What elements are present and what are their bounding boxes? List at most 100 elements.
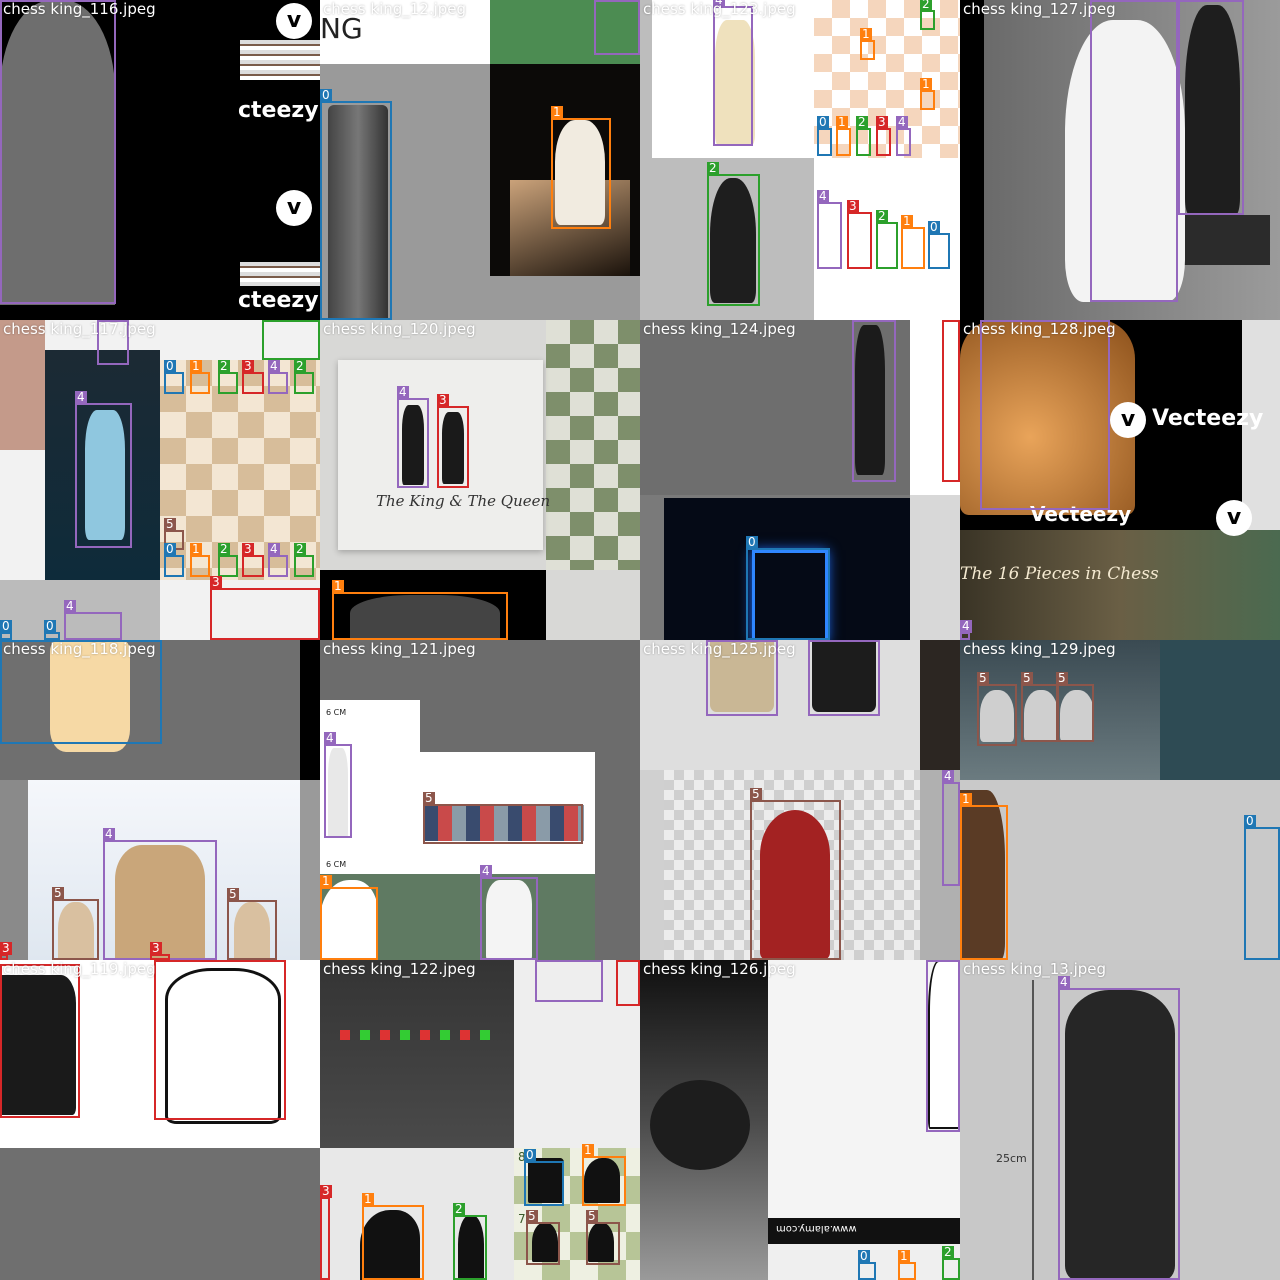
box: 0 xyxy=(524,1149,564,1206)
box-label: 5 xyxy=(586,1209,598,1223)
tile: The King & The Queen 4 3 1 chess king_12… xyxy=(320,320,640,640)
box: 1 xyxy=(332,580,508,640)
box: 4 xyxy=(0,0,116,304)
box: 3 xyxy=(847,200,872,269)
box-label: 2 xyxy=(262,320,274,321)
box: 2 xyxy=(920,0,935,30)
box-label: 4 xyxy=(817,189,829,203)
chessboard-icon xyxy=(546,320,640,570)
box: 4 xyxy=(64,600,122,640)
box: 3 xyxy=(242,543,264,577)
box: 1 xyxy=(960,793,1008,960)
tile-caption: chess king_119.jpeg xyxy=(3,960,156,978)
box-label: 4 xyxy=(75,390,87,404)
box: 4 xyxy=(1090,0,1178,302)
box: 1 xyxy=(836,116,851,156)
box: 0 xyxy=(0,620,12,640)
box: 1 xyxy=(551,106,611,229)
tile: 0 4 5 5 3 3 chess king_118.jpeg xyxy=(0,640,320,960)
box-label: 3 xyxy=(150,941,162,955)
box: 2 xyxy=(942,1246,960,1280)
box: 4 xyxy=(713,0,753,146)
box-label: 0 xyxy=(164,542,176,556)
box-label: 5 xyxy=(423,791,435,805)
box: 2 xyxy=(294,543,314,577)
box-label: 0 xyxy=(44,619,56,633)
box: 2 xyxy=(262,320,320,360)
box-label: 1 xyxy=(582,1143,594,1157)
box: 3 xyxy=(154,960,286,1120)
box: 1 xyxy=(190,360,210,394)
box: 0 xyxy=(320,89,392,320)
box-label: 5 xyxy=(1021,671,1033,685)
tile-caption: chess king_13.jpeg xyxy=(963,960,1107,978)
dimension-text: 25cm xyxy=(996,1152,1027,1165)
tile: 4 4 chess king_127.jpeg xyxy=(960,0,1280,320)
box-label: 2 xyxy=(453,1202,465,1216)
box: 4 xyxy=(324,732,352,838)
box: 4 xyxy=(980,320,1110,510)
box-label: 3 xyxy=(616,960,628,961)
tile-caption: chess king_125.jpeg xyxy=(643,640,796,658)
box: 0 xyxy=(858,1250,876,1280)
tile-caption: chess king_117.jpeg xyxy=(3,320,156,338)
tile: NG 0 1 4 chess king_12.jpeg xyxy=(320,0,640,320)
box-label: 0 xyxy=(746,535,758,549)
box: 2 xyxy=(876,210,898,269)
box-label: 4 xyxy=(268,542,280,556)
box-label: 2 xyxy=(294,542,306,556)
tile: 4 3 0 chess king_124.jpeg xyxy=(640,320,960,640)
dimension-text: 6 CM xyxy=(326,860,347,869)
box-label: 2 xyxy=(707,161,719,175)
box-label: 2 xyxy=(218,359,230,373)
tile-caption: chess king_124.jpeg xyxy=(643,320,796,338)
vecteezy-logo-icon: v xyxy=(276,3,312,39)
box: 5 xyxy=(977,672,1017,746)
box-label: 4 xyxy=(397,385,409,399)
box-label: 0 xyxy=(524,1148,536,1162)
box: 1 xyxy=(901,215,925,269)
box-label: 1 xyxy=(898,1249,910,1263)
box-label: 2 xyxy=(876,209,888,223)
tile-caption: chess king_129.jpeg xyxy=(963,640,1116,658)
box: 4 xyxy=(808,640,880,716)
box: 5 xyxy=(750,788,841,960)
watermark-text: cteezy xyxy=(238,98,319,123)
box-label: 4 xyxy=(268,359,280,373)
box-label: 1 xyxy=(836,115,848,129)
box: 3 xyxy=(616,960,640,1006)
box: 0 xyxy=(164,543,184,577)
tile-caption: chess king_120.jpeg xyxy=(323,320,476,338)
box-label: 0 xyxy=(817,115,829,129)
box-label: 4 xyxy=(896,115,908,129)
box-label: 1 xyxy=(362,1192,374,1206)
box: 4 xyxy=(594,0,640,55)
tile: 5 5 5 1 0 chess king_129.jpeg xyxy=(960,640,1280,960)
box-label: 4 xyxy=(942,769,954,783)
box: 1 xyxy=(190,543,210,577)
box: 5 xyxy=(423,792,583,844)
box-label: 4 xyxy=(852,320,864,321)
box-label: 2 xyxy=(856,115,868,129)
box-label: 0 xyxy=(928,220,940,234)
box-label: 1 xyxy=(551,105,563,119)
box-label: 1 xyxy=(920,77,932,91)
box-label: 0 xyxy=(1244,814,1256,828)
tile-caption: chess king_121.jpeg xyxy=(323,640,476,658)
tile-caption: chess king_128.jpeg xyxy=(963,320,1116,338)
box-label: 3 xyxy=(242,542,254,556)
box-label: 4 xyxy=(535,960,547,961)
box-label: 2 xyxy=(942,1245,954,1259)
king-piece-icon xyxy=(650,1080,750,1170)
box-label: 5 xyxy=(1056,671,1068,685)
box: 1 xyxy=(582,1144,626,1206)
box-label: 1 xyxy=(332,579,344,593)
box: 4 xyxy=(942,770,960,886)
box: 2 xyxy=(218,543,238,577)
box: 0 xyxy=(164,360,184,394)
tile-caption: chess king_126.jpeg xyxy=(643,960,796,978)
box: 0 xyxy=(1244,815,1280,960)
box-label: 3 xyxy=(210,575,222,589)
tile-caption: chess king_116.jpeg xyxy=(3,0,156,18)
title-text: The 16 Pieces in Chess xyxy=(960,564,1159,584)
